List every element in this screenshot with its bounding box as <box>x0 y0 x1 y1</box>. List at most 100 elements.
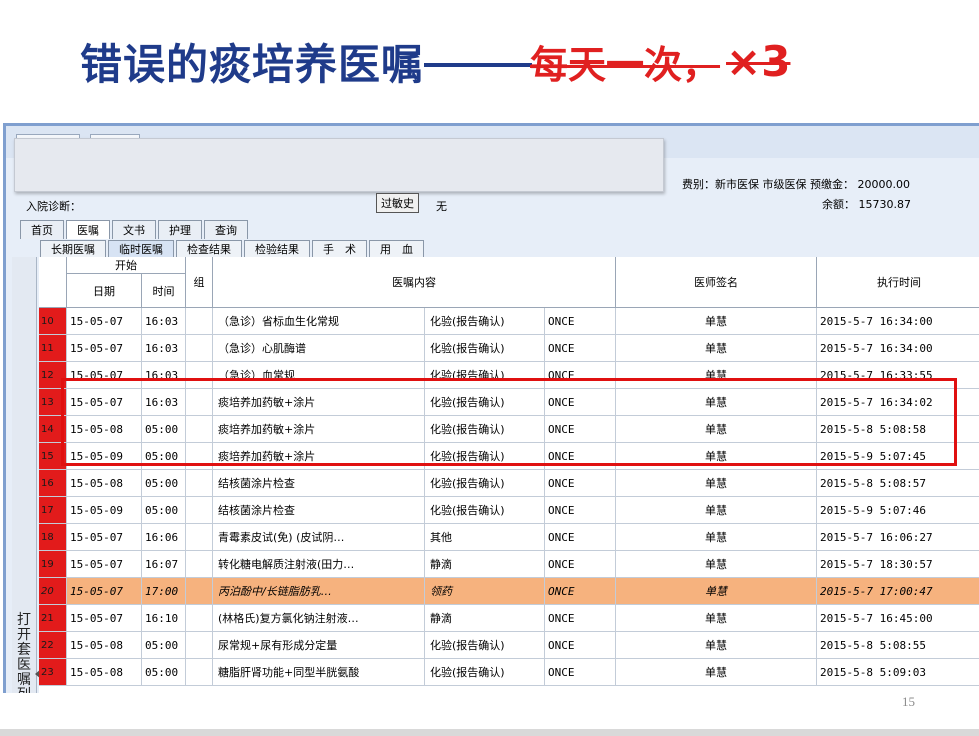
order-group <box>186 470 213 497</box>
execution-time: 2015-5-8 5:08:57 <box>817 470 979 497</box>
doctor-signature: 单慧 <box>616 605 817 632</box>
order-date: 15-05-08 <box>67 659 142 686</box>
title-dash <box>424 63 533 67</box>
doctor-signature: 单慧 <box>616 551 817 578</box>
order-frequency: ONCE <box>545 497 616 524</box>
row-number: 17 <box>39 497 67 524</box>
order-type: 静滴 <box>425 551 545 578</box>
order-date: 15-05-07 <box>67 551 142 578</box>
header-start: 开始 <box>67 257 186 274</box>
table-row[interactable]: 16 15-05-08 05:00 结核菌涂片检查 化验(报告确认) ONCE 单慧 2015… <box>39 470 979 497</box>
order-frequency: ONCE <box>545 551 616 578</box>
header-group: 组 <box>186 257 213 308</box>
table-row[interactable]: 17 15-05-09 05:00 结核菌涂片检查 化验(报告确认) ONCE 单慧 2015… <box>39 497 979 524</box>
row-number: 10 <box>39 308 67 335</box>
tab-lab-results[interactable]: 检验结果 <box>244 240 310 257</box>
execution-time: 2015-5-7 16:45:00 <box>817 605 979 632</box>
order-type: 化验(报告确认) <box>425 632 545 659</box>
order-group <box>186 497 213 524</box>
order-group <box>186 335 213 362</box>
header-date: 日期 <box>67 274 142 308</box>
doctor-signature: 单慧 <box>616 335 817 362</box>
tab-exam-results[interactable]: 检查结果 <box>176 240 242 257</box>
order-date: 15-05-07 <box>67 578 142 605</box>
order-type: 化验(报告确认) <box>425 659 545 686</box>
side-panel-label: 打开套医嘱列表 <box>17 612 31 694</box>
execution-time: 2015-5-7 18:30:57 <box>817 551 979 578</box>
order-group <box>186 551 213 578</box>
order-time: 05:00 <box>142 659 186 686</box>
title-main: 错误的痰培养医嘱 <box>80 39 425 89</box>
fee-info: 费别：新市医保 市级医保 预缴金： 20000.00 <box>682 178 910 191</box>
order-group <box>186 308 213 335</box>
overlay-popup <box>14 138 664 192</box>
allergy-history-button[interactable]: 过敏史 <box>376 193 419 213</box>
order-date: 15-05-07 <box>67 605 142 632</box>
header-exec-time: 执行时间 <box>817 257 979 308</box>
order-date: 15-05-07 <box>67 308 142 335</box>
row-number: 23 <box>39 659 67 686</box>
order-content: （急诊）省标血生化常规 <box>213 308 425 335</box>
order-frequency: ONCE <box>545 308 616 335</box>
order-content: 青霉素皮试(免) (皮试阴… <box>213 524 425 551</box>
main-tabs: 首页 医嘱 文书 护理 查询 <box>20 220 250 239</box>
order-type: 化验(报告确认) <box>425 470 545 497</box>
tab-transfusion[interactable]: 用 血 <box>369 240 424 257</box>
tab-home[interactable]: 首页 <box>20 220 64 239</box>
table-row[interactable]: 22 15-05-08 05:00 尿常规+尿有形成分定量 化验(报告确认) ONCE 单慧… <box>39 632 979 659</box>
order-frequency: ONCE <box>545 605 616 632</box>
title-times: ×3 <box>726 36 791 86</box>
order-date: 15-05-07 <box>67 335 142 362</box>
order-time: 16:10 <box>142 605 186 632</box>
page-number: 15 <box>902 694 915 709</box>
execution-time: 2015-5-8 5:09:03 <box>817 659 979 686</box>
execution-time: 2015-5-9 5:07:46 <box>817 497 979 524</box>
table-row[interactable]: 20 15-05-07 17:00 丙泊酚中/长链脂肪乳… 领药 ONCE 单慧 2015-5… <box>39 578 979 605</box>
row-number: 22 <box>39 632 67 659</box>
order-group <box>186 659 213 686</box>
order-content: （急诊）心肌酶谱 <box>213 335 425 362</box>
row-number: 11 <box>39 335 67 362</box>
order-time: 05:00 <box>142 470 186 497</box>
footer-bar <box>0 729 979 736</box>
order-date: 15-05-09 <box>67 497 142 524</box>
order-set-side-panel[interactable]: 打开套医嘱列表 <box>12 257 41 694</box>
order-time: 16:03 <box>142 308 186 335</box>
tab-nursing[interactable]: 护理 <box>158 220 202 239</box>
tab-surgery[interactable]: 手 术 <box>312 240 367 257</box>
order-group <box>186 605 213 632</box>
order-time: 05:00 <box>142 632 186 659</box>
tab-documents[interactable]: 文书 <box>112 220 156 239</box>
table-row[interactable]: 11 15-05-07 16:03 （急诊）心肌酶谱 化验(报告确认) ONCE 单慧 201… <box>39 335 979 362</box>
annotation-highlight-box <box>61 378 957 466</box>
balance-info: 余额： 15730.87 <box>822 198 911 211</box>
order-type: 领药 <box>425 578 545 605</box>
row-number: 18 <box>39 524 67 551</box>
table-row[interactable]: 18 15-05-07 16:06 青霉素皮试(免) (皮试阴… 其他 ONCE 单慧 201… <box>39 524 979 551</box>
orders-table: 开始 日期 时间 组 医嘱内容 医师签名 执行时间 10 15-05-07 16:0… <box>39 257 979 693</box>
tab-query[interactable]: 查询 <box>204 220 248 239</box>
title-wrong-frequency: 每天一次， <box>530 42 721 87</box>
order-content: 尿常规+尿有形成分定量 <box>213 632 425 659</box>
table-row[interactable]: 10 15-05-07 16:03 （急诊）省标血生化常规 化验(报告确认) ONCE 单慧… <box>39 308 979 335</box>
doctor-signature: 单慧 <box>616 659 817 686</box>
order-content: 转化糖电解质注射液(田力… <box>213 551 425 578</box>
tab-long-term-orders[interactable]: 长期医嘱 <box>40 240 106 257</box>
table-row[interactable]: 21 15-05-07 16:10 (林格氏)复方氯化钠注射液… 静滴 ONCE 单慧 201… <box>39 605 979 632</box>
table-row[interactable]: 23 15-05-08 05:00 糖脂肝肾功能+同型半胱氨酸 化验(报告确认) ONCE… <box>39 659 979 686</box>
order-content: 丙泊酚中/长链脂肪乳… <box>213 578 425 605</box>
table-row[interactable]: 19 15-05-07 16:07 转化糖电解质注射液(田力… 静滴 ONCE 单慧 2015… <box>39 551 979 578</box>
order-type: 其他 <box>425 524 545 551</box>
header-time: 时间 <box>142 274 186 308</box>
order-frequency: ONCE <box>545 335 616 362</box>
header-number <box>39 257 67 308</box>
doctor-signature: 单慧 <box>616 524 817 551</box>
row-number: 16 <box>39 470 67 497</box>
tab-orders[interactable]: 医嘱 <box>66 220 110 239</box>
execution-time: 2015-5-7 16:34:00 <box>817 308 979 335</box>
row-number: 19 <box>39 551 67 578</box>
tab-temporary-orders[interactable]: 临时医嘱 <box>108 240 174 257</box>
order-group <box>186 578 213 605</box>
doctor-signature: 单慧 <box>616 632 817 659</box>
order-time: 16:03 <box>142 335 186 362</box>
